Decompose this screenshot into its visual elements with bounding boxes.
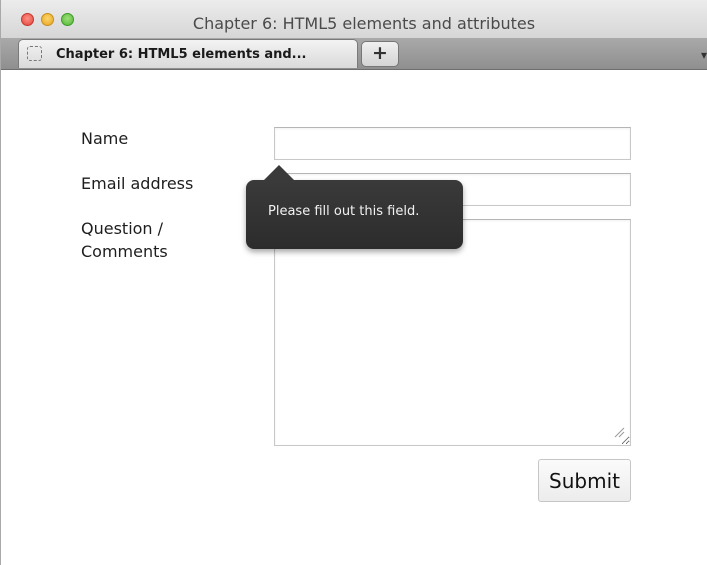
- title-bar[interactable]: Chapter 6: HTML5 elements and attributes: [1, 0, 707, 38]
- new-tab-button[interactable]: +: [361, 41, 399, 67]
- validation-tooltip: Please fill out this field.: [246, 165, 463, 249]
- chevron-down-icon[interactable]: ▾: [701, 48, 707, 62]
- tab-label: Chapter 6: HTML5 elements and...: [56, 47, 307, 62]
- tab-chapter-6[interactable]: Chapter 6: HTML5 elements and...: [18, 39, 358, 68]
- email-label: Email address: [81, 174, 194, 193]
- resize-grip-icon[interactable]: [613, 426, 625, 438]
- browser-window: Chapter 6: HTML5 elements and attributes…: [0, 0, 707, 565]
- name-label: Name: [81, 129, 129, 148]
- page-icon: [27, 46, 42, 61]
- comments-textarea[interactable]: [274, 219, 631, 446]
- comments-label-line2: Comments: [81, 242, 168, 261]
- page-content: Name Email address Question / Comments S…: [1, 70, 707, 565]
- comments-label: Question / Comments: [81, 217, 168, 263]
- tab-strip: Chapter 6: HTML5 elements and... + ▾: [1, 38, 707, 70]
- comments-label-line1: Question /: [81, 219, 164, 238]
- name-field[interactable]: [274, 127, 631, 160]
- validation-message: Please fill out this field.: [268, 204, 420, 219]
- submit-button[interactable]: Submit: [538, 459, 631, 502]
- window-title: Chapter 6: HTML5 elements and attributes: [192, 14, 536, 33]
